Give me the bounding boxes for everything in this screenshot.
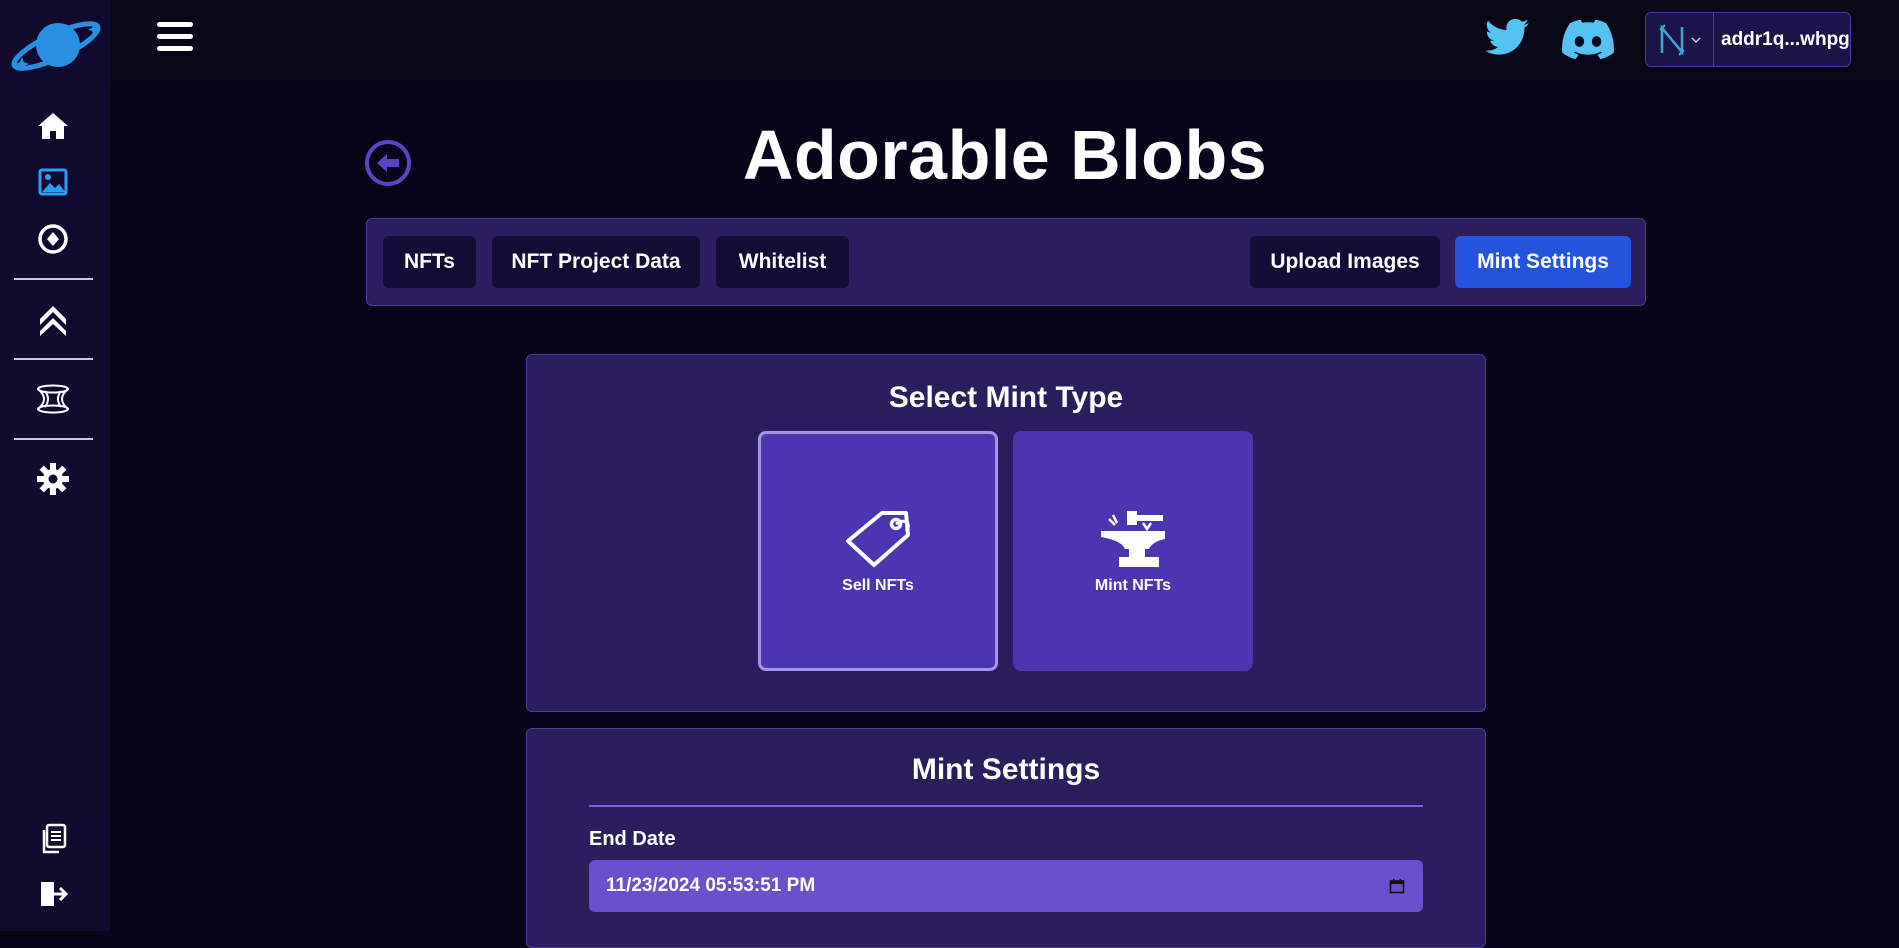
mint-type-panel: Select Mint Type Sell NFTs Mint NFTs — [526, 354, 1486, 712]
sidebar-divider — [14, 358, 93, 360]
tab-bar: NFTs NFT Project Data Whitelist Upload I… — [366, 218, 1646, 306]
image-gallery-icon[interactable] — [33, 162, 73, 202]
home-icon[interactable] — [33, 106, 73, 146]
documents-icon[interactable] — [33, 819, 73, 859]
chevron-down-icon — [1690, 36, 1701, 43]
anvil-icon — [1101, 511, 1165, 567]
mint-nfts-card[interactable]: Mint NFTs — [1013, 431, 1253, 671]
price-tag-icon — [846, 511, 910, 567]
logout-icon[interactable] — [33, 874, 73, 914]
top-bar — [110, 0, 1899, 82]
sell-nfts-card[interactable]: Sell NFTs — [758, 431, 998, 671]
compass-icon[interactable] — [33, 219, 73, 259]
arrow-left-icon — [377, 154, 399, 172]
mint-settings-panel: Mint Settings End Date 11/23/2024 05:53:… — [526, 728, 1486, 948]
mint-settings-title: Mint Settings — [911, 753, 1101, 786]
wormhole-icon[interactable] — [33, 379, 73, 419]
wallet-button[interactable]: addr1q...whpg — [1645, 12, 1851, 67]
twitter-icon[interactable] — [1481, 14, 1537, 66]
tab-whitelist[interactable]: Whitelist — [716, 236, 849, 288]
end-date-label: End Date — [589, 828, 676, 850]
back-button[interactable] — [365, 140, 411, 186]
page-title: Adorable Blobs — [742, 116, 1268, 194]
sidebar — [0, 0, 110, 931]
gear-icon[interactable] — [33, 459, 73, 499]
tab-nfts[interactable]: NFTs — [383, 236, 476, 288]
discord-icon[interactable] — [1562, 18, 1618, 70]
wallet-logo — [1646, 13, 1714, 66]
sidebar-divider — [14, 438, 93, 440]
mint-type-title: Select Mint Type — [888, 381, 1124, 414]
section-divider — [589, 805, 1423, 807]
wallet-address: addr1q...whpg — [1721, 28, 1850, 50]
tab-nft-project-data[interactable]: NFT Project Data — [492, 236, 700, 288]
planet-logo-icon[interactable] — [8, 16, 102, 74]
sell-nfts-label: Sell NFTs — [842, 577, 914, 594]
calendar-icon[interactable] — [1389, 878, 1405, 894]
tab-mint-settings[interactable]: Mint Settings — [1455, 236, 1631, 288]
mint-nfts-label: Mint NFTs — [1094, 577, 1172, 594]
end-date-value: 11/23/2024 05:53:51 PM — [606, 875, 816, 896]
hamburger-menu-icon[interactable] — [157, 22, 197, 58]
sidebar-divider — [14, 278, 93, 280]
chevrons-up-icon[interactable] — [33, 299, 73, 339]
nami-wallet-icon — [1658, 23, 1685, 56]
end-date-input[interactable]: 11/23/2024 05:53:51 PM — [589, 860, 1423, 912]
tab-upload-images[interactable]: Upload Images — [1250, 236, 1440, 288]
